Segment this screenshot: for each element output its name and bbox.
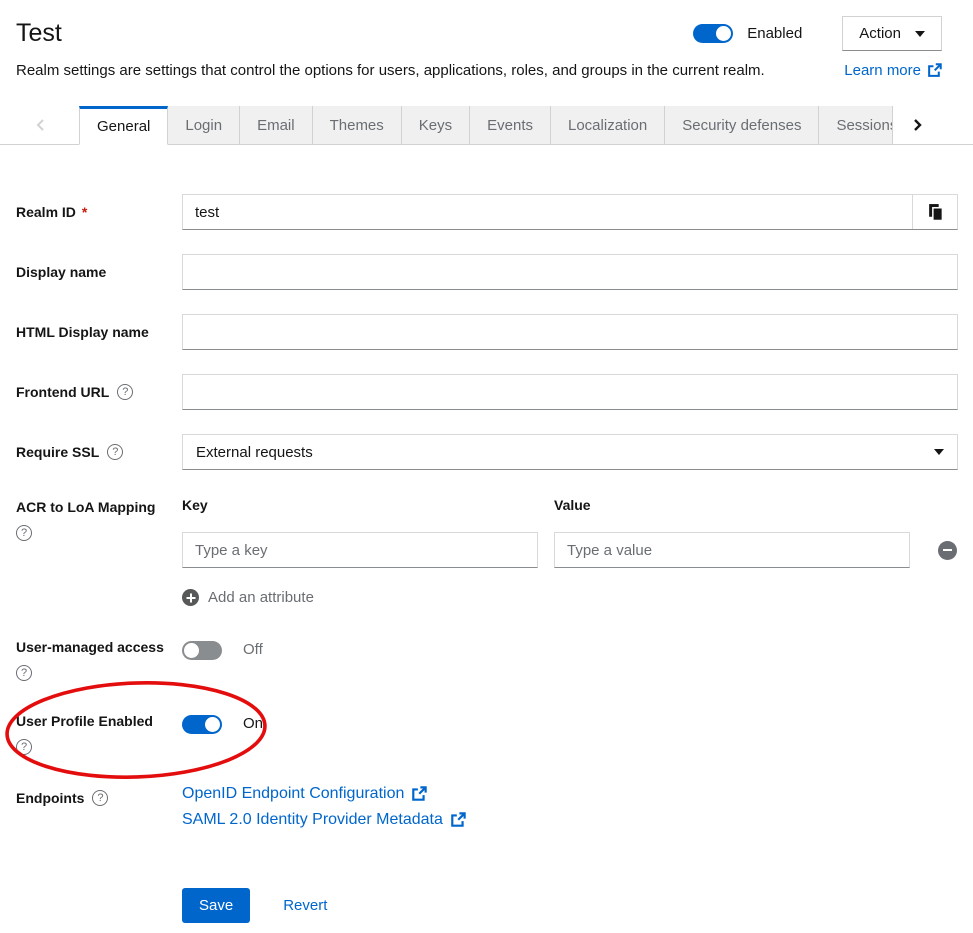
acr-mapping-label: ACR to LoA Mapping ? xyxy=(16,497,182,541)
form-row-realm-id: Realm ID* xyxy=(16,194,958,230)
user-profile-enabled-state: On xyxy=(243,715,263,732)
page-title: Test xyxy=(16,19,62,48)
toggle-knob xyxy=(205,717,220,732)
tab-themes[interactable]: Themes xyxy=(313,106,402,145)
add-attribute-button[interactable]: Add an attribute xyxy=(182,589,314,606)
frontend-url-label: Frontend URL ? xyxy=(16,384,182,400)
tab-sessions[interactable]: Sessions xyxy=(819,106,893,145)
acr-value-input[interactable] xyxy=(554,532,910,568)
user-profile-enabled-toggle[interactable] xyxy=(182,715,222,734)
realm-settings-tabbar: GeneralLoginEmailThemesKeysEventsLocaliz… xyxy=(0,106,973,145)
page-header: Test Enabled Action Realm settings are s… xyxy=(0,0,973,79)
form-row-acr-mapping: ACR to LoA Mapping ? Key Value Add an at… xyxy=(16,497,958,611)
action-dropdown-label: Action xyxy=(859,25,901,42)
external-link-icon xyxy=(927,63,942,78)
openid-endpoint-configuration-link[interactable]: OpenID Endpoint Configuration xyxy=(182,785,427,803)
tabs-scroll-left-button[interactable] xyxy=(0,106,79,145)
caret-down-icon xyxy=(934,449,944,455)
help-icon[interactable]: ? xyxy=(117,384,133,400)
realm-settings-description: Realm settings are settings that control… xyxy=(16,62,765,79)
tab-email[interactable]: Email xyxy=(240,106,313,145)
require-ssl-select[interactable]: External requests xyxy=(182,434,958,470)
help-icon[interactable]: ? xyxy=(16,525,32,541)
copy-icon xyxy=(927,203,944,221)
chevron-left-icon xyxy=(35,118,45,132)
user-managed-access-state: Off xyxy=(243,641,263,658)
user-managed-access-toggle[interactable] xyxy=(182,641,222,660)
form-row-endpoints: Endpoints ? OpenID Endpoint Configuratio… xyxy=(16,785,958,829)
realm-enabled-label: Enabled xyxy=(747,25,802,42)
html-display-name-input[interactable] xyxy=(182,314,958,350)
help-icon[interactable]: ? xyxy=(16,665,32,681)
tab-general[interactable]: General xyxy=(79,106,168,145)
html-display-name-label: HTML Display name xyxy=(16,324,182,340)
form-row-display-name: Display name xyxy=(16,254,958,290)
toggle-knob xyxy=(716,26,731,41)
caret-down-icon xyxy=(915,31,925,37)
required-asterisk: * xyxy=(82,204,87,220)
tabs-scroll-right-button[interactable] xyxy=(893,106,942,145)
display-name-label: Display name xyxy=(16,264,182,280)
saml-identity-provider-metadata-link[interactable]: SAML 2.0 Identity Provider Metadata xyxy=(182,811,466,829)
plus-circle-icon xyxy=(182,589,199,606)
revert-button[interactable]: Revert xyxy=(283,897,327,914)
save-button[interactable]: Save xyxy=(182,888,250,923)
remove-attribute-button[interactable] xyxy=(938,541,957,560)
form-row-user-profile-enabled: User Profile Enabled ? On xyxy=(16,713,958,755)
help-icon[interactable]: ? xyxy=(16,739,32,755)
learn-more-label: Learn more xyxy=(844,62,921,79)
form-row-actions: Save Revert xyxy=(16,888,958,923)
form-row-frontend-url: Frontend URL ? xyxy=(16,374,958,410)
acr-key-header: Key xyxy=(182,497,538,513)
add-attribute-label: Add an attribute xyxy=(208,589,314,606)
form-row-require-ssl: Require SSL ? External requests xyxy=(16,434,958,470)
tab-strip: GeneralLoginEmailThemesKeysEventsLocaliz… xyxy=(79,106,893,145)
user-profile-enabled-label: User Profile Enabled ? xyxy=(16,713,182,755)
acr-key-input[interactable] xyxy=(182,532,538,568)
help-icon[interactable]: ? xyxy=(107,444,123,460)
external-link-icon xyxy=(450,812,466,828)
display-name-input[interactable] xyxy=(182,254,958,290)
require-ssl-label: Require SSL ? xyxy=(16,444,182,460)
external-link-icon xyxy=(411,786,427,802)
learn-more-link[interactable]: Learn more xyxy=(844,62,942,79)
tab-security-defenses[interactable]: Security defenses xyxy=(665,106,819,145)
chevron-right-icon xyxy=(913,118,923,132)
realm-id-label: Realm ID* xyxy=(16,204,182,220)
acr-value-header: Value xyxy=(554,497,910,513)
tab-keys[interactable]: Keys xyxy=(402,106,470,145)
tab-localization[interactable]: Localization xyxy=(551,106,665,145)
action-dropdown-button[interactable]: Action xyxy=(842,16,942,51)
realm-id-input[interactable] xyxy=(183,195,912,229)
endpoints-label: Endpoints ? xyxy=(16,785,182,806)
realm-enabled-toggle[interactable] xyxy=(693,24,733,43)
general-settings-form: Realm ID* Display name HTML Display name xyxy=(0,145,973,933)
tabbar-filler xyxy=(942,106,973,145)
user-managed-access-label: User-managed access ? xyxy=(16,639,182,681)
copy-to-clipboard-button[interactable] xyxy=(912,195,957,229)
help-icon[interactable]: ? xyxy=(92,790,108,806)
toggle-knob xyxy=(184,643,199,658)
frontend-url-input[interactable] xyxy=(182,374,958,410)
tab-login[interactable]: Login xyxy=(168,106,240,145)
form-row-html-display-name: HTML Display name xyxy=(16,314,958,350)
tab-events[interactable]: Events xyxy=(470,106,551,145)
require-ssl-selected-value: External requests xyxy=(196,444,313,461)
form-row-user-managed-access: User-managed access ? Off xyxy=(16,639,958,681)
